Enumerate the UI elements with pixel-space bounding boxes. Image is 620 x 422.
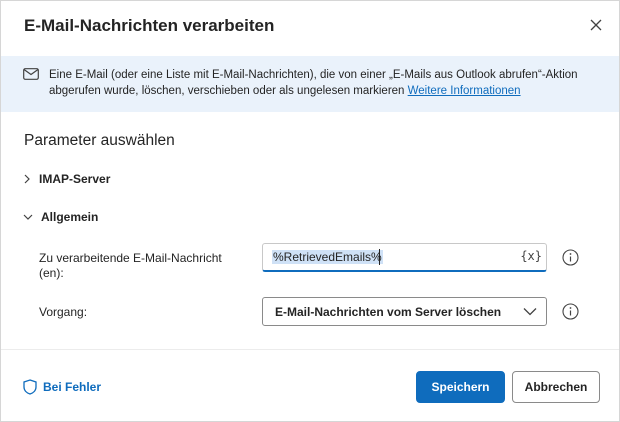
footer-divider [1,349,619,350]
message-input[interactable]: %RetrievedEmails% {x} [262,243,547,272]
info-icon[interactable] [562,249,579,266]
close-button[interactable] [586,15,606,35]
save-button[interactable]: Speichern [416,371,505,403]
more-info-link[interactable]: Weitere Informationen [408,85,521,97]
on-error-label: Bei Fehler [43,380,102,394]
variable-button[interactable]: {x} [520,249,542,263]
close-icon [590,19,602,31]
operation-label: Vorgang: [39,305,88,319]
info-banner: Eine E-Mail (oder eine Liste mit E-Mail-… [1,56,619,112]
shield-icon [23,379,37,395]
section-label: Allgemein [41,210,99,224]
mail-icon [23,68,39,80]
operation-select[interactable]: E-Mail-Nachrichten vom Server löschen [262,297,547,326]
section-general[interactable]: Allgemein [23,210,98,224]
operation-value: E-Mail-Nachrichten vom Server löschen [275,305,502,319]
message-value: %RetrievedEmails% [272,250,383,264]
text-caret [379,249,380,265]
section-imap-server[interactable]: IMAP-Server [23,172,110,186]
chevron-down-icon [23,214,33,220]
section-label: IMAP-Server [39,172,111,186]
info-text: Eine E-Mail (oder eine Liste mit E-Mail-… [49,67,599,99]
dialog-title: E-Mail-Nachrichten verarbeiten [24,16,275,35]
message-label: Zu verarbeitende E-Mail-Nachricht (en): [39,251,222,280]
parameters-title: Parameter auswählen [24,132,175,149]
cancel-button[interactable]: Abbrechen [512,371,600,403]
chevron-right-icon [24,174,30,184]
dialog: E-Mail-Nachrichten verarbeiten Eine E-Ma… [0,0,620,422]
on-error-link[interactable]: Bei Fehler [23,379,101,395]
info-icon[interactable] [562,303,579,320]
chevron-down-icon [523,308,537,316]
